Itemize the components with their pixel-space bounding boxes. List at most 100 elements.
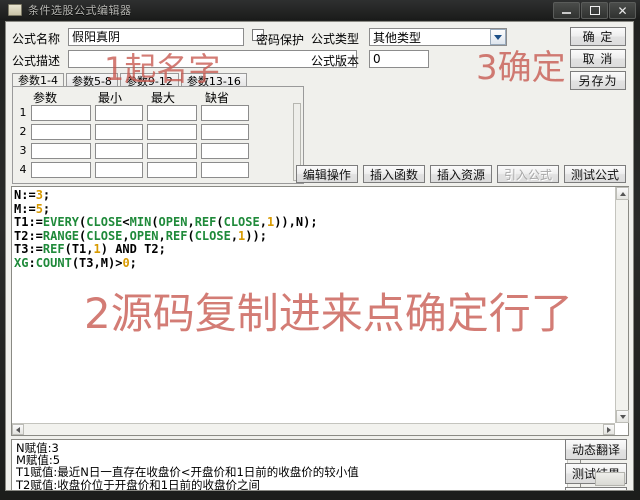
code-line: XG:COUNT(T3,M)>0; [14,255,614,271]
formula-version-input[interactable]: 0 [369,50,429,68]
code-line: N:=3; [14,189,614,203]
code-token: CLOSE [194,228,231,243]
formula-desc-label: 公式描述 [12,54,61,68]
code-token: , [187,215,195,230]
param-cell-param[interactable] [31,143,91,159]
row-index: 1 [19,106,27,119]
code-token: )); [245,228,267,243]
param-tab-4[interactable]: 参数13-16 [180,73,247,88]
window-controls: ✕ [553,2,636,19]
code-token: ; [42,201,51,216]
cancel-button[interactable]: 取 消 [570,49,626,68]
toolbar-button-0[interactable]: 编辑操作 [295,165,358,183]
code-token: CLOSE [86,228,123,243]
formula-type-select[interactable]: 其他类型 [369,28,507,46]
translation-text: N赋值:3 M赋值:5 T1赋值:最近N日一直存在收盘价<开盘价和1日前的收盘价的较… [16,442,566,491]
code-token: OPEN [129,228,159,243]
scroll-down-icon[interactable] [616,410,629,423]
translation-panel[interactable]: N赋值:3 M赋值:5 T1赋值:最近N日一直存在收盘价<开盘价和1日前的收盘价的较… [11,439,581,491]
password-protect-row[interactable]: 密码保护 [252,29,304,47]
code-line: T1:=EVERY(CLOSE<MIN(OPEN,REF(CLOSE,1)),N… [14,215,614,230]
formula-version-label: 公式版本 [311,54,360,68]
code-token: T3 [14,242,29,257]
param-cell-param[interactable] [31,105,91,121]
annotation-step-3: 3确定 [476,48,566,88]
code-token: ( [216,215,224,230]
code-token: AND [107,242,145,257]
param-cell-min[interactable] [95,162,143,178]
scroll-right-icon[interactable] [603,424,615,435]
client-area: 公式名称 假阳真阴 密码保护 公式描述 公式类型 其他类型 公式版本 0 确 定… [5,21,634,491]
code-token: RANGE [42,228,80,243]
scroll-left-icon[interactable] [12,424,24,435]
param-cell-default[interactable] [201,162,249,178]
param-cell-min[interactable] [95,124,143,140]
param-cell-max[interactable] [147,105,197,121]
code-token: M [100,255,108,270]
code-token: , [122,228,130,243]
minimize-icon[interactable] [553,2,580,19]
chevron-down-icon[interactable] [490,29,506,45]
code-token: ) [100,242,108,257]
code-token: 3 [35,189,43,202]
formula-name-input[interactable]: 假阳真阴 [68,28,244,46]
code-token: , [93,255,101,270]
param-cell-min[interactable] [95,143,143,159]
editor-toolbar: 编辑操作 插入函数 插入资源 引入公式 测试公式 [295,165,626,183]
formula-type-value: 其他类型 [373,30,422,45]
code-token: T2 [14,228,29,243]
param-cell-max[interactable] [147,162,197,178]
param-cell-max[interactable] [147,124,197,140]
row-index: 2 [19,125,27,138]
code-token: := [28,242,43,257]
translation-line: T2赋值:收盘价位于开盘价和1日前的收盘价之间 [16,477,261,491]
code-token: COUNT [35,255,72,270]
param-tab-1[interactable]: 参数1-4 [12,73,64,87]
toolbar-button-2[interactable]: 插入资源 [429,165,492,183]
translation-line: T1赋值:最近N日一直存在收盘价<开盘价和1日前的收盘价的较小值 [16,465,359,480]
code-token: REF [165,228,188,243]
code-token: ; [42,189,51,202]
code-text[interactable]: N:=3; M:=5; T1:=EVERY(CLOSE<MIN(OPEN,REF(C… [14,189,614,422]
code-token: := [28,228,43,243]
col-header-default: 缺省 [205,91,230,105]
resize-grip[interactable] [595,472,625,486]
code-token: 1 [93,242,101,257]
translation-line: N赋值:3 [16,442,59,455]
param-cell-param[interactable] [31,124,91,140]
code-token: CLOSE [86,215,123,230]
code-token: : [28,255,36,270]
param-tab-3[interactable]: 参数9-12 [119,73,179,88]
toolbar-button-4[interactable]: 测试公式 [563,165,626,183]
code-token: , [288,215,296,230]
code-token: ; [129,255,137,270]
code-token: XG [14,255,29,270]
maximize-icon[interactable] [581,2,608,19]
toolbar-button-1[interactable]: 插入函数 [362,165,425,183]
param-cell-default[interactable] [201,124,249,140]
code-editor[interactable]: N:=3; M:=5; T1:=EVERY(CLOSE<MIN(OPEN,REF(C… [11,186,629,436]
editor-vertical-scrollbar[interactable] [615,187,629,423]
param-cell-max[interactable] [147,143,197,159]
right-button-2[interactable]: 参数精灵 [565,487,627,490]
close-icon[interactable]: ✕ [609,2,636,19]
editor-horizontal-scrollbar[interactable] [12,423,615,435]
code-token: ( [71,255,80,270]
code-token: T3 [79,255,94,270]
parameter-table-header: 参数 最小 最大 缺省 [13,89,303,105]
code-token: < [122,215,130,230]
code-token: := [21,201,36,216]
param-cell-min[interactable] [95,105,143,121]
code-token: REF [42,242,65,257]
scroll-up-icon[interactable] [616,187,629,200]
param-cell-default[interactable] [201,105,249,121]
save-as-button[interactable]: 另存为 [570,71,626,90]
code-token: 0 [122,255,130,270]
param-tab-2[interactable]: 参数5-8 [65,73,118,88]
right-button-0[interactable]: 动态翻译 [565,439,627,460]
code-token: T1 [14,215,29,230]
ok-button[interactable]: 确 定 [570,27,626,46]
param-cell-param[interactable] [31,162,91,178]
param-cell-default[interactable] [201,143,249,159]
row-index: 4 [19,163,27,176]
